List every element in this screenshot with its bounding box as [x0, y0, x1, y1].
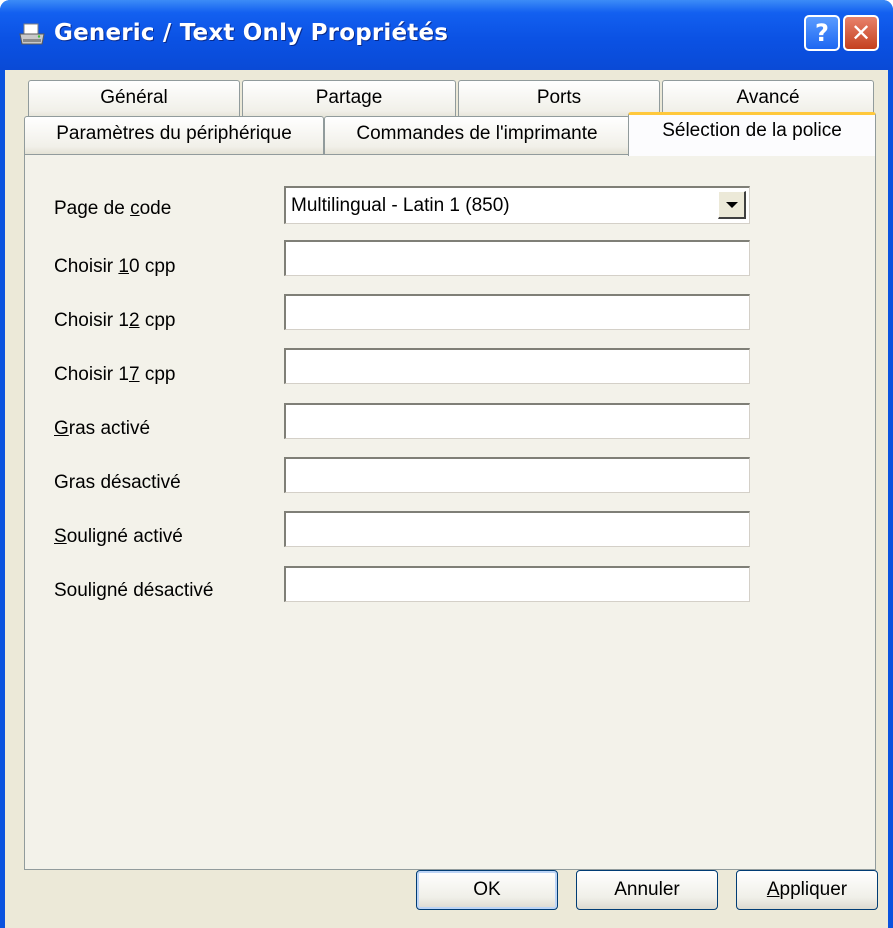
underline-on-label: Souligné activé: [54, 526, 183, 547]
underline-off-label: Souligné désactivé: [54, 580, 214, 601]
cpp12-label: Choisir 12 cpp: [54, 310, 176, 331]
title-bar[interactable]: Generic / Text Only Propriétés ? ✕: [0, 0, 893, 70]
tab-font-selection[interactable]: Sélection de la police: [628, 112, 876, 156]
underline-off-field[interactable]: [284, 566, 750, 602]
code-page-select[interactable]: Multilingual - Latin 1 (850): [284, 186, 750, 224]
cpp17-field[interactable]: [284, 348, 750, 384]
window-title: Generic / Text Only Propriétés: [54, 20, 449, 46]
apply-button[interactable]: Appliquer: [736, 870, 878, 910]
properties-window: Generic / Text Only Propriétés ? ✕ Génér…: [0, 0, 893, 928]
cpp12-field[interactable]: [284, 294, 750, 330]
printer-icon: [19, 23, 45, 45]
help-button[interactable]: ?: [804, 15, 840, 51]
code-page-value: Multilingual - Latin 1 (850): [291, 195, 510, 216]
cpp10-field[interactable]: [284, 240, 750, 276]
close-button[interactable]: ✕: [843, 15, 879, 51]
bold-on-field[interactable]: [284, 403, 750, 439]
tab-sharing[interactable]: Partage: [242, 80, 456, 118]
underline-on-field[interactable]: [284, 511, 750, 547]
cpp10-label: Choisir 10 cpp: [54, 256, 176, 277]
cpp17-label: Choisir 17 cpp: [54, 364, 176, 385]
bold-off-label: Gras désactivé: [54, 472, 181, 493]
dropdown-button[interactable]: [718, 191, 746, 219]
bold-on-label: Gras activé: [54, 418, 151, 439]
cancel-button[interactable]: Annuler: [576, 870, 718, 910]
tab-general[interactable]: Général: [28, 80, 240, 118]
tab-printer-commands[interactable]: Commandes de l'imprimante: [324, 116, 630, 154]
bold-off-field[interactable]: [284, 457, 750, 493]
chevron-down-icon: [726, 202, 738, 208]
code-page-label: Page de code: [54, 198, 172, 219]
ok-button[interactable]: OK: [416, 870, 558, 910]
tab-device-settings[interactable]: Paramètres du périphérique: [24, 116, 324, 154]
